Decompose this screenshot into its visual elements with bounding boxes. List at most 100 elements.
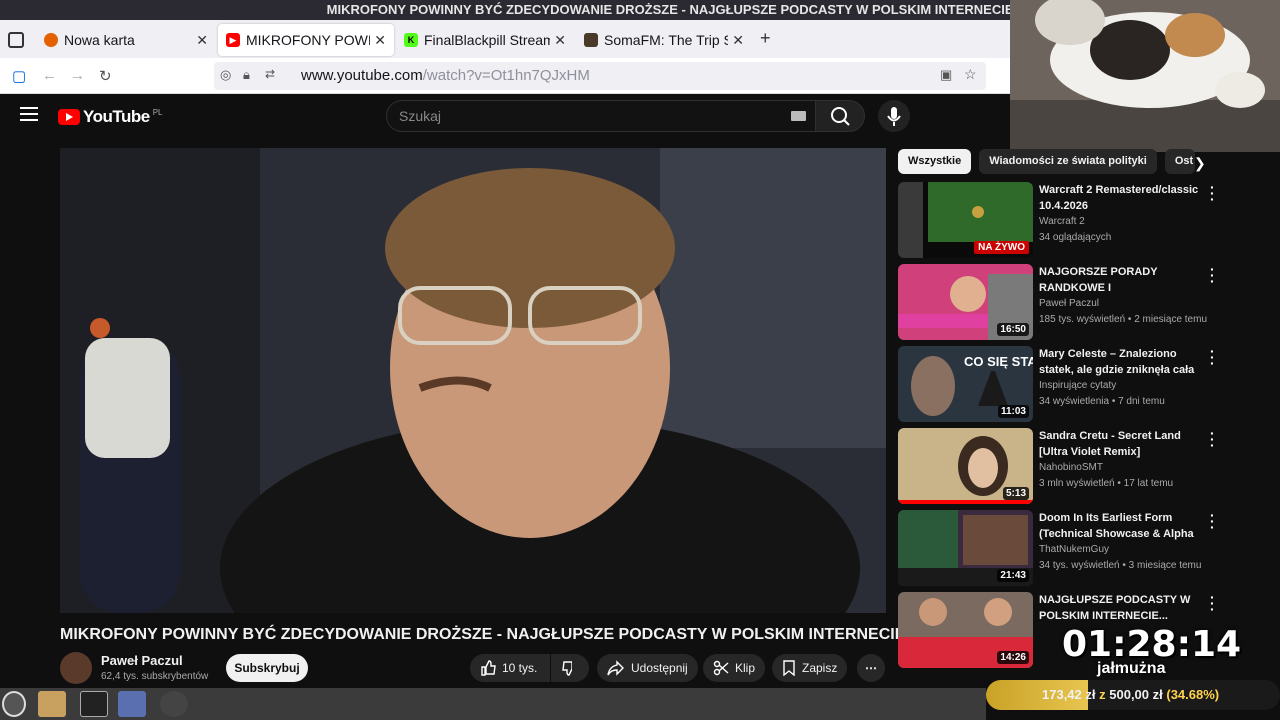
clip-button[interactable]: Klip	[703, 654, 766, 682]
more-actions-icon[interactable]: ⋯	[857, 654, 885, 682]
recommendation-title[interactable]: NAJGORSZE PORADY RANDKOWE I NAJDZIWNIEJS…	[1039, 264, 1205, 296]
recommendation-meta: 34 tys. wyświetleń • 3 miesiące temu	[1039, 560, 1202, 571]
tab-label: MIKROFONY POWINNY	[246, 32, 371, 48]
share-icon	[607, 660, 624, 676]
channel-avatar[interactable]	[60, 652, 92, 684]
tab-label: SomaFM: The Trip Sc	[604, 32, 729, 48]
recommendation-title[interactable]: Mary Celeste – Znaleziono statek, ale gd…	[1039, 346, 1205, 378]
search-button[interactable]	[815, 100, 865, 132]
donation-percent: (34.68%)	[1166, 687, 1220, 702]
recommendation-item[interactable]: 16:50 NAJGORSZE PORADY RANDKOWE I NAJDZI…	[898, 262, 1218, 340]
more-vert-icon[interactable]: · · ·	[1210, 344, 1215, 370]
recommendation-channel[interactable]: Inspirujące cytaty	[1039, 380, 1116, 391]
duration-badge: 21:43	[997, 569, 1029, 582]
share-label: Udostępnij	[631, 661, 688, 675]
reader-view-icon[interactable]: ▣	[940, 67, 952, 83]
url-text[interactable]: www.youtube.com/watch?v=Ot1hn7QJxHM	[301, 67, 590, 84]
close-tab-icon[interactable]: ✕	[732, 32, 744, 49]
terminal-icon[interactable]	[80, 691, 108, 717]
recommendation-title[interactable]: NAJGŁUPSZE PODCASTY W POLSKIM INTERNECIE…	[1039, 592, 1205, 624]
thumbnail[interactable]: CO SIĘ STAŁO? 11:03	[898, 346, 1033, 422]
tab-strip: Nowa karta ✕ ▶ MIKROFONY POWINNY ✕ K Fin…	[0, 20, 1010, 58]
tab-new-tab[interactable]: Nowa karta ✕	[36, 24, 216, 56]
obs-icon[interactable]	[160, 691, 188, 717]
youtube-logo-text: YouTube	[83, 107, 150, 126]
thumbnail[interactable]: NA ŻYWO	[898, 182, 1033, 258]
subscriber-count: 62,4 tys. subskrybentów	[101, 671, 209, 682]
more-vert-icon[interactable]: · · ·	[1210, 180, 1215, 206]
thumbnail[interactable]: 5:13	[898, 428, 1033, 504]
back-icon[interactable]: ←	[42, 67, 57, 84]
subscribe-button[interactable]: Subskrybuj	[226, 654, 308, 682]
recommendation-title[interactable]: Warcraft 2 Remastered/classic 10.4.2026	[1039, 182, 1205, 214]
file-manager-icon[interactable]	[38, 691, 66, 717]
recommendation-meta: 34 oglądających	[1039, 232, 1112, 243]
chip-recent[interactable]: Ost	[1164, 149, 1195, 174]
chip-all[interactable]: Wszystkie	[898, 149, 972, 174]
country-code: PL	[152, 107, 163, 117]
recommendation-channel[interactable]: NahobinoSMT	[1039, 462, 1103, 473]
save-label: Zapisz	[802, 661, 838, 675]
thumbnail[interactable]: 16:50	[898, 264, 1033, 340]
tab-youtube[interactable]: ▶ MIKROFONY POWINNY ✕	[218, 24, 394, 56]
chevron-right-icon[interactable]: ❯	[1194, 155, 1206, 172]
stream-timer-label: jałmużna	[1097, 660, 1166, 677]
keyboard-icon[interactable]	[791, 111, 806, 121]
close-tab-icon[interactable]: ✕	[554, 32, 566, 49]
url-host: www.youtube.com	[301, 67, 423, 84]
like-button[interactable]: 10 tys.	[470, 654, 550, 682]
chip-politics[interactable]: Wiadomości ze świata polityki	[979, 149, 1157, 174]
search-input[interactable]	[399, 108, 779, 124]
recommendation-item[interactable]: 21:43 Doom In Its Earliest Form (Technic…	[898, 508, 1218, 586]
thumbs-down-icon	[562, 661, 572, 676]
bookmark-star-icon[interactable]: ☆	[964, 66, 977, 83]
recommendation-channel[interactable]: ThatNukemGuy	[1039, 544, 1109, 555]
video-player[interactable]	[60, 148, 886, 613]
thumbnail[interactable]: 14:26	[898, 592, 1033, 668]
sidebar-icon[interactable]: ▢	[12, 67, 26, 85]
video-title: MIKROFONY POWINNY BYĆ ZDECYDOWANIE DROŻS…	[60, 626, 911, 643]
clip-label: Klip	[735, 661, 756, 675]
microphone-icon	[887, 107, 901, 126]
forward-icon[interactable]: →	[70, 67, 85, 84]
list-all-tabs-icon[interactable]	[8, 32, 24, 48]
permissions-icon[interactable]: ⇄	[265, 67, 275, 81]
tab-kick[interactable]: K FinalBlackpill Stream ✕	[396, 24, 574, 56]
recommendation-title[interactable]: Doom In Its Earliest Form (Technical Sho…	[1039, 510, 1205, 542]
youtube-logo[interactable]: YouTube PL	[58, 107, 163, 127]
save-button[interactable]: Zapisz	[772, 654, 848, 682]
new-tab-button[interactable]: +	[760, 28, 771, 49]
tracking-protection-icon[interactable]: ◎	[220, 67, 231, 83]
recommendation-item[interactable]: 5:13 Sandra Cretu - Secret Land [Ultra V…	[898, 426, 1218, 504]
close-tab-icon[interactable]: ✕	[196, 32, 208, 49]
lock-icon[interactable]: 🔒︎	[243, 67, 250, 83]
dislike-button[interactable]	[551, 654, 589, 682]
recommendation-channel[interactable]: Paweł Paczul	[1039, 298, 1099, 309]
tab-label: FinalBlackpill Stream	[424, 32, 551, 48]
like-count: 10 tys.	[502, 661, 538, 675]
donation-separator: z	[1099, 687, 1106, 702]
live-badge: NA ŻYWO	[974, 241, 1029, 254]
youtube-play-icon	[58, 109, 80, 125]
thumbnail[interactable]: 21:43	[898, 510, 1033, 586]
menu-icon[interactable]	[20, 107, 38, 125]
start-menu-icon[interactable]	[2, 691, 26, 717]
more-vert-icon[interactable]: · · ·	[1210, 508, 1215, 534]
more-vert-icon[interactable]: · · ·	[1210, 262, 1215, 288]
more-vert-icon[interactable]: · · ·	[1210, 590, 1215, 616]
duration-badge: 11:03	[997, 405, 1029, 418]
recommendation-meta: 3 mln wyświetleń • 17 lat temu	[1039, 478, 1174, 489]
recommendation-item[interactable]: NA ŻYWO Warcraft 2 Remastered/classic 10…	[898, 180, 1218, 258]
share-button[interactable]: Udostępnij	[597, 654, 698, 682]
recommendation-channel[interactable]: Warcraft 2	[1039, 216, 1085, 227]
reload-icon[interactable]: ↻	[99, 67, 112, 85]
cat-image	[1010, 0, 1280, 152]
recommendation-title[interactable]: Sandra Cretu - Secret Land [Ultra Violet…	[1039, 428, 1205, 460]
close-tab-icon[interactable]: ✕	[374, 32, 386, 49]
channel-name[interactable]: Paweł Paczul	[101, 653, 183, 668]
firefox-taskbar-icon[interactable]	[118, 691, 146, 717]
tab-somafm[interactable]: SomaFM: The Trip Sc ✕	[576, 24, 752, 56]
recommendation-item[interactable]: CO SIĘ STAŁO? 11:03 Mary Celeste – Znale…	[898, 344, 1218, 422]
voice-search-button[interactable]	[878, 100, 910, 132]
more-vert-icon[interactable]: · · ·	[1210, 426, 1215, 452]
